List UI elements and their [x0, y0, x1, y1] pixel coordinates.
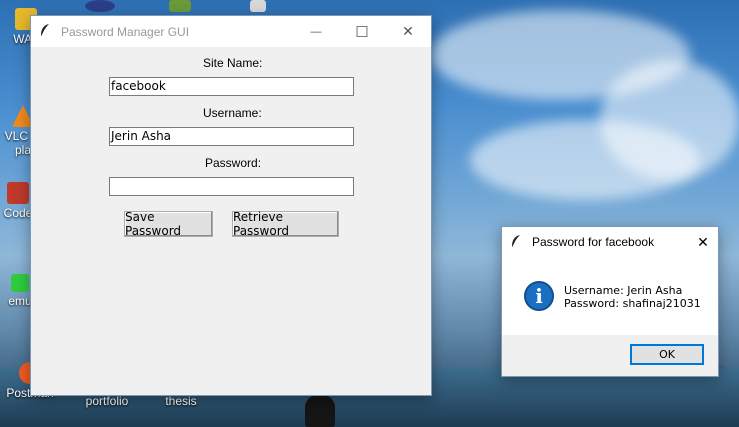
info-icon: i [524, 281, 554, 311]
person-silhouette [305, 395, 335, 427]
feather-icon [510, 234, 532, 251]
close-icon: ✕ [697, 233, 709, 250]
retrieve-password-button[interactable]: Retrieve Password [232, 210, 339, 238]
minimize-icon: — [310, 25, 322, 38]
password-input[interactable] [109, 177, 354, 196]
desktop-icon-top-3[interactable] [238, 0, 278, 14]
document-icon [250, 0, 266, 12]
minimize-button[interactable]: — [293, 16, 339, 47]
dialog-close-button[interactable]: ✕ [688, 227, 718, 257]
close-icon: ✕ [402, 23, 414, 39]
window-title: Password Manager GUI [61, 24, 190, 39]
maximize-button[interactable]: ☐ [339, 16, 385, 47]
emulator-icon [11, 274, 29, 292]
dialog-message: Username: Jerin Asha Password: shafinaj2… [564, 284, 701, 310]
desktop-icon-label: Code [3, 206, 33, 220]
dialog-footer: OK [502, 335, 718, 376]
password-info-dialog: Password for facebook ✕ i Username: Jeri… [501, 226, 719, 377]
app-icon [169, 0, 191, 12]
app-icon [7, 182, 29, 204]
password-manager-window: Password Manager GUI — ☐ ✕ Site Name: fa… [30, 15, 432, 396]
dialog-password-line: Password: shafinaj21031 [564, 297, 701, 310]
ok-button[interactable]: OK [630, 344, 704, 365]
desktop-icon-top-1[interactable] [80, 0, 120, 14]
maximize-icon: ☐ [355, 23, 369, 41]
cloud [600, 60, 739, 180]
title-bar[interactable]: Password Manager GUI — ☐ ✕ [31, 16, 431, 47]
desktop-icon-label: thesis [165, 394, 197, 408]
desktop-icon-thesis[interactable]: thesis [151, 394, 211, 408]
password-label: Password: [205, 156, 262, 170]
desktop-icon-label: emu [8, 294, 32, 308]
username-label: Username: [203, 106, 262, 120]
dialog-title-bar[interactable]: Password for facebook ✕ [502, 227, 718, 257]
site-name-input[interactable]: facebook [109, 77, 354, 96]
desktop-icon-portfolio[interactable]: portfolio [77, 394, 137, 408]
dialog-username-line: Username: Jerin Asha [564, 284, 683, 297]
desktop-icon-top-2[interactable] [160, 0, 200, 14]
app-icon [85, 0, 115, 12]
feather-icon [39, 23, 61, 40]
desktop-icon-label: portfolio [85, 394, 129, 408]
close-button[interactable]: ✕ [385, 16, 431, 47]
save-password-button[interactable]: Save Password [124, 210, 213, 238]
dialog-title: Password for facebook [532, 235, 655, 249]
username-input[interactable]: Jerin Asha [109, 127, 354, 146]
site-name-label: Site Name: [203, 56, 263, 70]
info-icon-glyph: i [535, 284, 543, 308]
